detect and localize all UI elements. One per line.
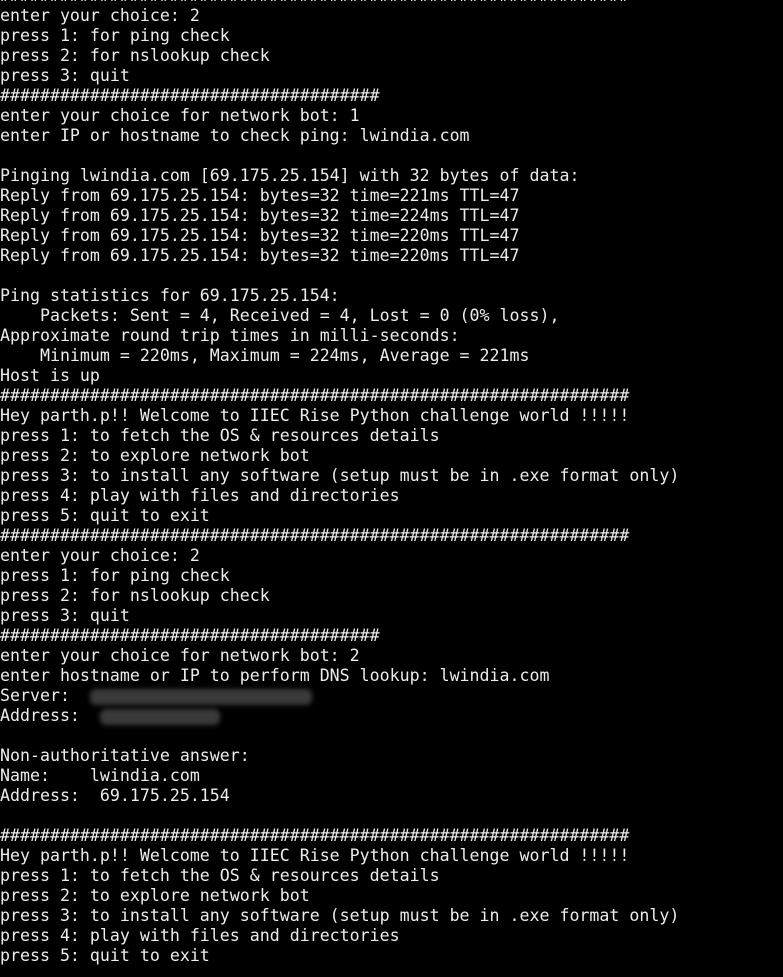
terminal-line: enter your choice: 2 [0, 6, 200, 25]
terminal-line: press 1: to fetch the OS & resources det… [0, 426, 440, 445]
terminal-line: enter your choice: 2 [0, 546, 200, 565]
terminal-line: ########################################… [0, 386, 630, 405]
terminal-line: enter your choice for network bot: 1 [0, 106, 360, 125]
terminal-line: ########################################… [0, 526, 630, 545]
terminal-line: Address: 69.175.25.154 [0, 786, 230, 805]
terminal-line: Pinging lwindia.com [69.175.25.154] with… [0, 166, 580, 185]
dns-address-line: Address: [0, 706, 783, 726]
terminal-line: press 3: to install any software (setup … [0, 906, 680, 925]
terminal-line: press 1: to fetch the OS & resources det… [0, 866, 440, 885]
terminal-line: Ping statistics for 69.175.25.154: [0, 286, 340, 305]
terminal-line: enter your choice for network bot: 2 [0, 646, 360, 665]
redacted-address-value [99, 708, 220, 725]
terminal-line: Reply from 69.175.25.154: bytes=32 time=… [0, 246, 520, 265]
terminal-line: Host is up [0, 366, 100, 385]
terminal-line: Reply from 69.175.25.154: bytes=32 time=… [0, 206, 520, 225]
terminal-line: press 2: to explore network bot [0, 446, 310, 465]
terminal-line: press 5: quit to exit [0, 506, 210, 525]
terminal-line: press 2: to explore network bot [0, 886, 310, 905]
terminal-line: Hey parth.p!! Welcome to IIEC Rise Pytho… [0, 406, 630, 425]
terminal-line: Non-authoritative answer: [0, 746, 250, 765]
terminal-line: Reply from 69.175.25.154: bytes=32 time=… [0, 186, 520, 205]
terminal-line: press 3: quit [0, 66, 130, 85]
terminal-line: Reply from 69.175.25.154: bytes=32 time=… [0, 226, 520, 245]
terminal-line: press 1: for ping check [0, 566, 230, 585]
terminal-line: press 1: for ping check [0, 26, 230, 45]
terminal-line: enter hostname or IP to perform DNS look… [0, 666, 550, 685]
terminal-line: press 2: for nslookup check [0, 46, 270, 65]
terminal-line: press 3: quit [0, 606, 130, 625]
terminal-line: press 5: quit to exit [0, 946, 210, 965]
terminal-line: ########################################… [0, 826, 630, 845]
terminal-line: press 3: to install any software (setup … [0, 466, 680, 485]
dns-server-line: Server: [0, 686, 783, 706]
terminal-window[interactable]: ###################################### ##… [0, 0, 783, 977]
terminal-line: press 2: for nslookup check [0, 586, 270, 605]
terminal-line: Hey parth.p!! Welcome to IIEC Rise Pytho… [0, 846, 630, 865]
dns-address-label: Address: [0, 706, 100, 725]
terminal-line: Packets: Sent = 4, Received = 4, Lost = … [0, 306, 560, 325]
terminal-line: ###################################### [0, 626, 380, 645]
terminal-line: Name: lwindia.com [0, 766, 200, 785]
terminal-line: Minimum = 220ms, Maximum = 224ms, Averag… [0, 346, 530, 365]
terminal-line: Approximate round trip times in milli-se… [0, 326, 460, 345]
terminal-line: ###################################### [0, 86, 380, 105]
terminal-line: enter IP or hostname to check ping: lwin… [0, 126, 470, 145]
terminal-line: press 4: play with files and directories [0, 926, 400, 945]
redacted-server-value [89, 688, 312, 705]
terminal-line: press 4: play with files and directories [0, 486, 400, 505]
dns-server-label: Server: [0, 686, 90, 705]
